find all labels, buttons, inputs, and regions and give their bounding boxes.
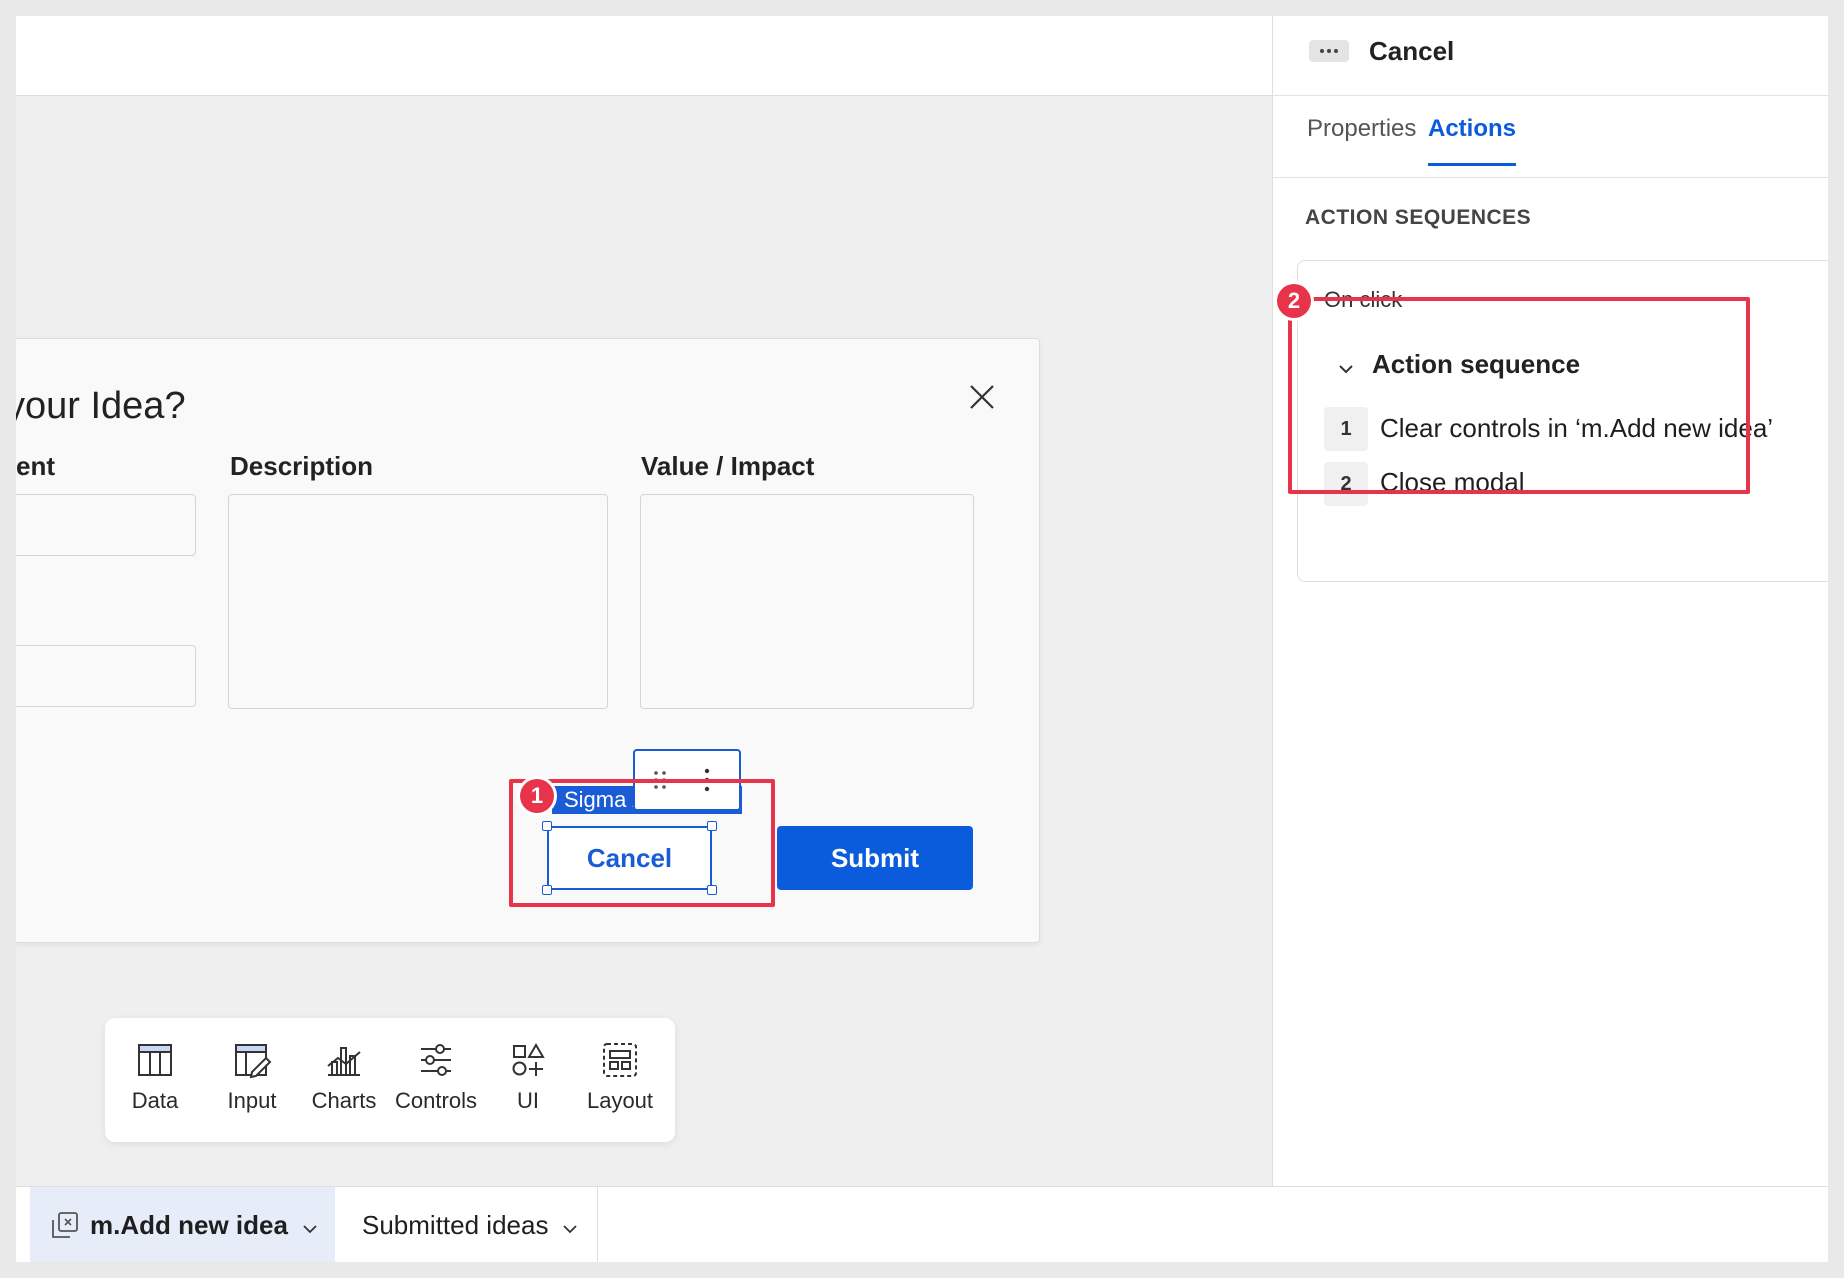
input-table-icon: [232, 1040, 272, 1080]
annotation-box-2: [1288, 297, 1750, 494]
section-label: ACTION SEQUENCES: [1305, 206, 1532, 229]
annotation-badge-1: 1: [520, 779, 554, 813]
field-label-partial: ent: [16, 451, 55, 481]
element-palette: Data Input Charts Controls UI Layout: [105, 1018, 675, 1142]
palette-label: Data: [131, 1088, 179, 1113]
palette-input[interactable]: Input: [207, 1040, 297, 1114]
panel-header: Cancel: [1273, 16, 1828, 96]
palette-label: Charts: [311, 1088, 377, 1113]
text-input-1[interactable]: [16, 494, 196, 556]
page-tab-add-new-idea[interactable]: m.Add new idea: [30, 1187, 335, 1262]
chevron-down-icon[interactable]: [302, 1210, 318, 1241]
workbook-app: your Idea? ent Description Value / Impac…: [16, 16, 1828, 1262]
palette-label: UI: [517, 1088, 539, 1113]
page-tab-submitted-ideas[interactable]: Submitted ideas: [336, 1187, 598, 1262]
shapes-icon: [508, 1040, 548, 1080]
page-tab-label: m.Add new idea: [90, 1209, 288, 1240]
page-tabs-bar: m.Add new idea Submitted ideas: [16, 1186, 1828, 1262]
properties-panel: Cancel Properties Actions ACTION SEQUENC…: [1272, 16, 1828, 1186]
palette-charts[interactable]: Charts: [299, 1040, 389, 1114]
value-impact-textarea[interactable]: [640, 494, 974, 709]
modal-title: your Idea?: [16, 385, 186, 427]
tab-properties[interactable]: Properties: [1307, 115, 1416, 143]
palette-label: Input: [227, 1088, 277, 1113]
submit-button[interactable]: Submit: [777, 826, 973, 890]
charts-icon: [324, 1040, 364, 1080]
palette-controls[interactable]: Controls: [391, 1040, 481, 1114]
panel-title: Cancel: [1369, 36, 1455, 66]
modal-page-icon: [50, 1210, 80, 1240]
palette-ui[interactable]: UI: [483, 1040, 573, 1114]
text-input-2[interactable]: [16, 645, 196, 707]
palette-data[interactable]: Data: [110, 1040, 200, 1114]
field-label-value-impact: Value / Impact: [641, 451, 815, 481]
chevron-down-icon[interactable]: [562, 1210, 578, 1241]
field-label-description: Description: [230, 451, 374, 481]
element-type-icon: [1309, 40, 1349, 62]
page-tab-label: Submitted ideas: [362, 1209, 549, 1240]
top-bar: [16, 16, 1273, 96]
palette-label: Controls: [395, 1088, 477, 1113]
add-idea-modal: your Idea? ent Description Value / Impac…: [16, 338, 1040, 943]
tab-actions[interactable]: Actions: [1428, 115, 1517, 166]
sliders-icon: [416, 1040, 456, 1080]
palette-layout[interactable]: Layout: [575, 1040, 665, 1114]
description-textarea[interactable]: [228, 494, 608, 709]
palette-label: Layout: [586, 1088, 654, 1113]
annotation-badge-2: 2: [1277, 284, 1311, 318]
close-icon[interactable]: [966, 381, 998, 413]
panel-tabs: Properties Actions: [1273, 95, 1828, 178]
table-icon: [135, 1040, 175, 1080]
layout-icon: [600, 1040, 640, 1080]
